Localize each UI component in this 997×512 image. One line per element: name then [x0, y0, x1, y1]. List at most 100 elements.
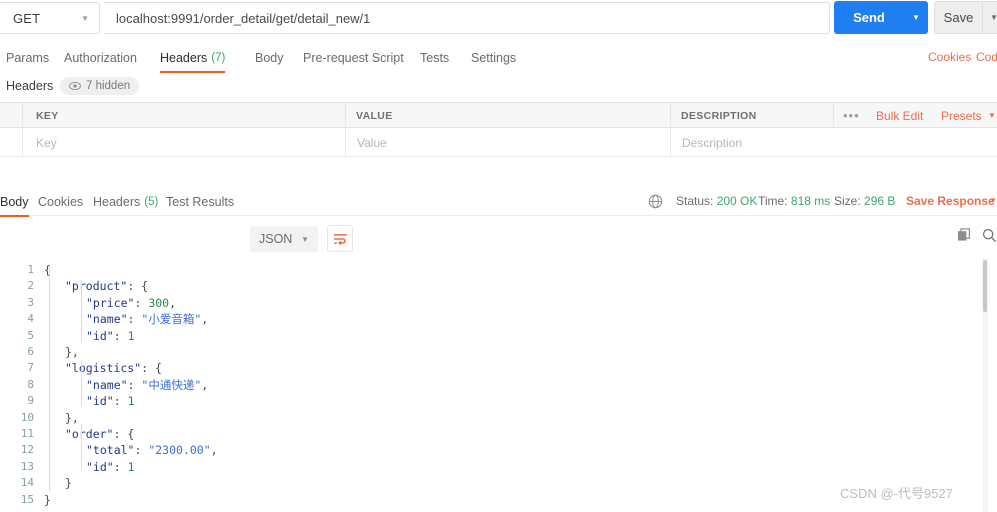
size-label: Size: [834, 194, 861, 208]
json-token-p: , [201, 377, 209, 392]
json-token-p: : [127, 312, 142, 327]
code-line: "logistics": { [65, 360, 162, 376]
more-options-icon[interactable]: ••• [843, 108, 860, 123]
code-line: "id": 1 [86, 328, 135, 344]
column-header-key: KEY [36, 110, 59, 122]
json-token-k: "order" [65, 427, 114, 441]
json-token-p: }, [65, 410, 79, 425]
json-token-s: "小爱音箱" [141, 312, 202, 327]
request-tab-pre-request-script[interactable]: Pre-request Script [303, 44, 404, 72]
request-tab-tests[interactable]: Tests [420, 44, 449, 72]
save-button[interactable]: Save [934, 1, 982, 34]
url-text: localhost:9991/order_detail/get/detail_n… [116, 10, 371, 26]
json-token-s: "2300.00" [148, 443, 211, 458]
request-link-cod[interactable]: Cod [976, 50, 997, 64]
url-input[interactable]: localhost:9991/order_detail/get/detail_n… [104, 2, 830, 34]
line-number: 4 [27, 312, 34, 326]
json-token-n: 1 [127, 328, 135, 343]
json-token-n: 1 [127, 394, 135, 409]
response-tab-test-results[interactable]: Test Results [166, 188, 234, 216]
status-label: Status: [676, 194, 714, 208]
json-token-p: : [134, 295, 149, 310]
save-response-button[interactable]: Save Response [906, 194, 995, 208]
response-tab-cookies[interactable]: Cookies [38, 188, 83, 216]
tab-label: Body [0, 195, 29, 209]
headers-table-row[interactable]: Key Value Description [0, 128, 997, 157]
column-header-description: DESCRIPTION [681, 110, 757, 122]
url-bar: GET ▼ localhost:9991/order_detail/get/de… [0, 0, 997, 44]
tab-count: (5) [144, 196, 159, 208]
line-number-gutter: 1 2 3 4 5 6 7 8 9 10 11 12 13 14 15 [0, 258, 40, 512]
response-body-toolbar: PrettyRawPreviewVisualize [0, 222, 997, 474]
tab-label: Pre-request Script [303, 51, 404, 65]
response-tab-body[interactable]: Body [0, 188, 29, 217]
globe-icon [648, 194, 663, 209]
json-token-p: : [113, 459, 128, 474]
json-token-n: 1 [127, 459, 135, 474]
json-token-p: , [210, 443, 218, 458]
wrap-lines-button[interactable] [327, 225, 353, 252]
search-icon[interactable] [982, 228, 997, 246]
request-tab-authorization[interactable]: Authorization [64, 44, 137, 72]
json-token-k: "name" [86, 312, 128, 327]
json-token-p: }, [65, 345, 79, 359]
viewer-scrollbar-thumb[interactable] [983, 260, 987, 312]
response-tab-headers[interactable]: Headers (5) [93, 188, 158, 216]
tab-label: Body [255, 51, 284, 65]
line-number: 14 [20, 476, 34, 490]
headers-subbar: Headers 7 hidden [0, 74, 997, 102]
watermark: CSDN @-代号9527 [840, 486, 953, 501]
response-body-viewer[interactable]: 1 2 3 4 5 6 7 8 9 10 11 12 13 14 15 {"product": {"pric… [0, 258, 997, 512]
json-token-p: : { [141, 361, 162, 376]
bulk-edit-button[interactable]: Bulk Edit [876, 109, 923, 123]
chevron-down-icon: ▼ [81, 13, 89, 23]
response-format-select[interactable]: JSON ▼ [250, 226, 318, 252]
request-tab-body[interactable]: Body [255, 44, 284, 72]
request-tab-settings[interactable]: Settings [471, 44, 516, 72]
line-number: 7 [27, 361, 34, 375]
tab-label: Cookies [38, 195, 84, 209]
http-method-select[interactable]: GET ▼ [0, 2, 100, 34]
line-number: 6 [27, 345, 34, 358]
hidden-headers-toggle[interactable]: 7 hidden [60, 77, 140, 95]
request-tabs: Params Authorization Headers (7) Body Pre-req… [0, 44, 997, 73]
size-badge: Size: 296 B [834, 194, 895, 208]
json-token-p: : { [127, 279, 149, 294]
json-token-n: 300 [148, 295, 170, 310]
time-label: Time: [758, 194, 788, 208]
send-options-chevron-down-icon[interactable]: ▼ [904, 1, 928, 34]
copy-icon[interactable] [957, 228, 972, 246]
request-tab-headers[interactable]: Headers (7) [160, 44, 226, 73]
json-token-p: } [65, 476, 72, 491]
time-badge: Time: 818 ms [758, 194, 830, 208]
header-value-input[interactable]: Value [357, 136, 387, 150]
request-link-cookies[interactable]: Cookies [928, 50, 971, 64]
presets-chevron-down-icon[interactable]: ▼ [988, 111, 996, 120]
line-number: 11 [20, 427, 34, 440]
header-key-input[interactable]: Key [36, 136, 57, 150]
json-token-k: "id" [86, 459, 114, 474]
code-line: } [44, 492, 51, 508]
presets-button[interactable]: Presets [941, 109, 982, 123]
code-line: }, [65, 410, 79, 426]
line-number: 12 [20, 443, 34, 457]
tab-label: Settings [471, 51, 517, 65]
tab-label: Authorization [64, 51, 137, 65]
column-header-value: VALUE [356, 110, 393, 122]
send-button[interactable]: Send [834, 1, 904, 34]
status-badge: Status: 200 OK [676, 194, 757, 208]
tab-label: Headers [160, 51, 208, 65]
postman-window: GET ▼ localhost:9991/order_detail/get/de… [0, 0, 997, 512]
time-value: 818 ms [790, 194, 831, 208]
line-number: 10 [20, 410, 34, 424]
request-tab-params[interactable]: Params [6, 44, 49, 72]
json-token-p: : [134, 443, 149, 458]
header-description-input[interactable]: Description [682, 136, 742, 150]
size-value: 296 B [864, 194, 896, 208]
json-token-k: "price" [86, 295, 135, 310]
save-response-chevron-down-icon[interactable]: ▼ [989, 196, 997, 205]
json-token-p: , [169, 295, 177, 310]
json-token-k: "logistics" [65, 361, 142, 376]
save-options-chevron-down-icon[interactable]: ▼ [982, 1, 997, 34]
code-line: } [65, 475, 72, 491]
